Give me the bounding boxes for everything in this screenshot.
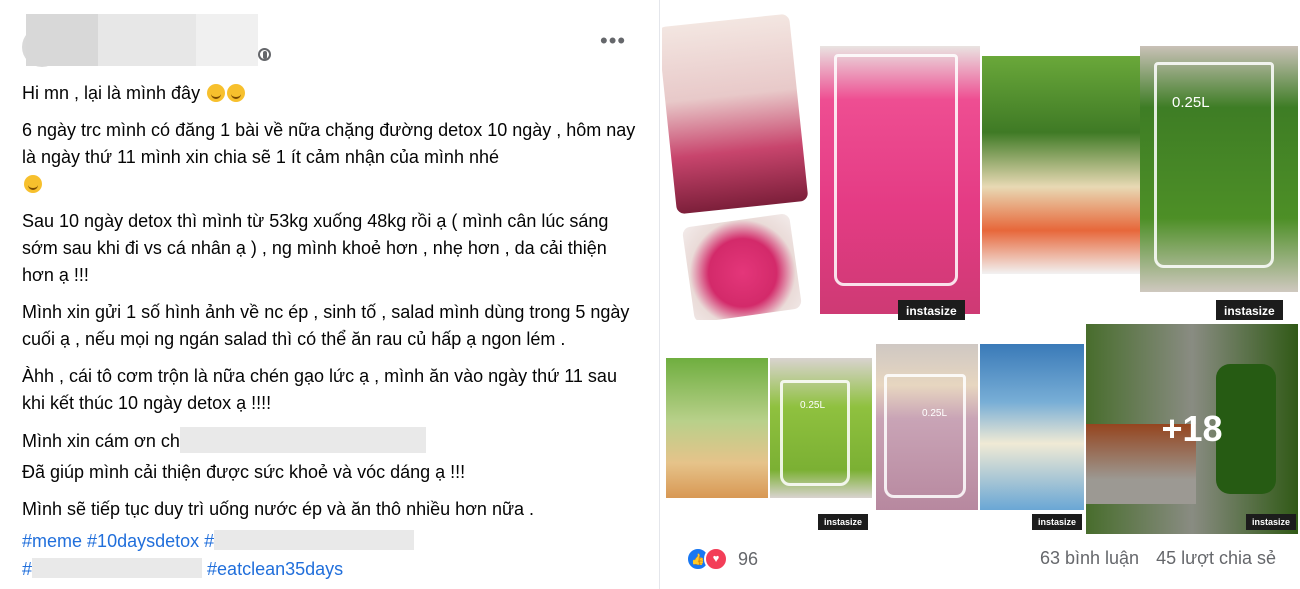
photo-tile[interactable]: 0.25L instasize: [982, 6, 1298, 320]
redacted-author-name: [98, 14, 196, 66]
post-paragraph: Hi mn , lại là mình đây: [22, 83, 201, 103]
photo-grid: instasize 0.25L instasize 0.25L instasiz…: [662, 0, 1300, 589]
redacted-name: [179, 427, 426, 453]
smile-emoji-icon: [207, 84, 226, 102]
reaction-count: 96: [738, 548, 759, 569]
redacted-hashtag: [32, 558, 203, 578]
hashtag-link[interactable]: #eatclean35days: [207, 559, 343, 579]
glass-measure-label: 0.25L: [1172, 94, 1210, 111]
post-paragraph: 6 ngày trc mình có đăng 1 bài về nữa chặ…: [22, 120, 636, 167]
redacted-author-name: [196, 14, 258, 66]
comments-count[interactable]: 63 bình luận: [1040, 548, 1139, 568]
photo-tile[interactable]: 0.25L instasize: [874, 324, 1084, 534]
redacted-hashtag: [214, 530, 415, 550]
instasize-watermark: instasize: [1216, 300, 1283, 320]
instasize-watermark: instasize: [1246, 514, 1297, 530]
post-paragraph: Àhh , cái tô cơm trộn là nữa chén gạo lứ…: [22, 366, 617, 413]
post-paragraph: Sau 10 ngày detox thì mình từ 53kg xuống…: [22, 211, 609, 285]
hashtag-link[interactable]: #: [22, 559, 32, 579]
post-paragraph: Đã giúp mình cải thiện được sức khoẻ và …: [22, 462, 466, 482]
smile-emoji-icon: [227, 84, 246, 102]
hashtag-link[interactable]: #: [204, 531, 214, 551]
glass-measure-label: 0.25L: [922, 408, 948, 419]
more-photos-count: +18: [1086, 324, 1298, 534]
post-panel: ••• Hi mn , lại là mình đây 6 ngày trc m…: [0, 0, 660, 589]
redacted-author-name: [26, 14, 98, 66]
hashtag-link[interactable]: #10daysdetox: [87, 531, 199, 551]
hashtag-link[interactable]: #meme: [22, 531, 82, 551]
hashtags: #meme #10daysdetox # # #eatclean35days: [22, 527, 642, 583]
instasize-watermark: instasize: [898, 300, 965, 320]
instasize-watermark: instasize: [818, 514, 869, 530]
post-paragraph: Mình xin gửi 1 số hình ảnh về nc ép , si…: [22, 302, 630, 349]
post-paragraph: Mình xin cám ơn ch: [22, 431, 180, 451]
engagement-stats: 63 bình luận 45 lượt chia sẻ: [1028, 548, 1276, 569]
heart-icon: ♥: [704, 547, 728, 571]
reactions-summary[interactable]: 👍 ♥ 96: [686, 545, 758, 573]
grin-emoji-icon: [24, 175, 42, 193]
shares-count[interactable]: 45 lượt chia sẻ: [1156, 548, 1276, 568]
post-paragraph: Mình sẽ tiếp tục duy trì uống nước ép và…: [22, 499, 535, 519]
glass-measure-label: 0.25L: [800, 400, 826, 411]
globe-icon: [258, 48, 271, 61]
post-body: Hi mn , lại là mình đây 6 ngày trc mình …: [22, 80, 642, 533]
instasize-watermark: instasize: [1032, 514, 1083, 530]
more-photos-tile[interactable]: +18 instasize: [1086, 324, 1298, 534]
more-options-icon[interactable]: •••: [600, 28, 626, 54]
photo-tile[interactable]: instasize: [662, 6, 980, 320]
photo-tile[interactable]: 0.25L instasize: [662, 324, 872, 534]
